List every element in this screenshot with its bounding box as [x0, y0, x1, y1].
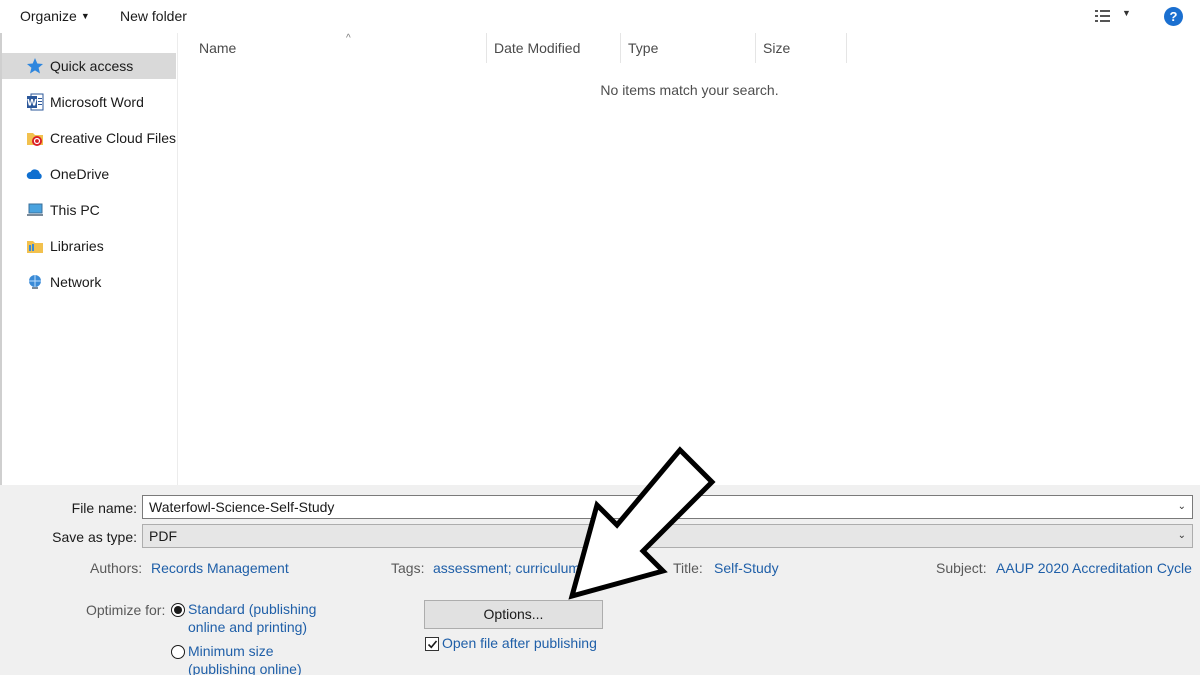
options-button[interactable]: Options... [424, 600, 603, 629]
minimum-size-radio-label[interactable]: Minimum size (publishing online) [188, 642, 328, 675]
minimum-label-line1: Minimum size [188, 643, 274, 659]
word-icon: W [27, 93, 44, 111]
nav-item-label: Quick access [50, 58, 134, 74]
standard-label-line2: online and printing) [188, 619, 308, 635]
chevron-down-icon[interactable]: ⌄ [1178, 496, 1186, 518]
nav-item-network[interactable]: Network [2, 269, 176, 295]
column-header-type[interactable]: Type [620, 33, 756, 63]
nav-item-this-pc[interactable]: This PC [2, 197, 176, 223]
checkmark-icon [427, 640, 438, 649]
nav-item-label: Creative Cloud Files [50, 130, 177, 146]
authors-value[interactable]: Records Management [151, 560, 289, 576]
nav-item-label: Network [50, 274, 102, 290]
chevron-down-icon: ▼ [80, 11, 90, 21]
nav-item-label: Libraries [50, 238, 104, 254]
column-header-label: Name [199, 40, 237, 56]
onedrive-cloud-icon [26, 169, 42, 179]
minimum-size-radio[interactable] [171, 645, 185, 659]
view-list-icon[interactable] [1094, 9, 1112, 23]
open-after-publishing-checkbox[interactable] [425, 637, 439, 651]
file-name-value: Waterfowl-Science-Self-Study [149, 499, 335, 515]
file-name-label: File name: [71, 500, 137, 516]
optimize-for-label: Optimize for: [86, 602, 166, 618]
open-after-publishing-label[interactable]: Open file after publishing [442, 635, 597, 651]
standard-radio-label[interactable]: Standard (publishing online and printing… [188, 600, 328, 636]
authors-label: Authors: [90, 560, 143, 576]
creative-cloud-folder-icon [27, 133, 43, 146]
network-icon [29, 275, 41, 289]
help-button[interactable]: ? [1164, 7, 1183, 26]
computer-icon [27, 203, 43, 216]
nav-item-onedrive[interactable]: OneDrive [2, 161, 176, 187]
nav-item-quick-access[interactable]: Quick access [2, 53, 176, 79]
title-label: Title: [673, 560, 703, 576]
file-list: Name ^ Date Modified Type Size No items … [179, 33, 1200, 485]
new-folder-button[interactable]: New folder [120, 8, 187, 24]
save-as-type-value: PDF [149, 528, 177, 544]
nav-item-label: Microsoft Word [50, 94, 144, 110]
organize-label: Organize [20, 8, 77, 24]
file-name-input[interactable]: Waterfowl-Science-Self-Study ⌄ [142, 495, 1193, 519]
column-header-date-modified[interactable]: Date Modified [486, 33, 621, 63]
save-options-panel: File name: Waterfowl-Science-Self-Study … [0, 485, 1200, 675]
svg-text:W: W [27, 99, 37, 109]
libraries-folder-icon [27, 241, 43, 253]
nav-item-creative-cloud-files[interactable]: Creative Cloud Files [2, 125, 176, 151]
save-as-type-select[interactable]: PDF ⌄ [142, 524, 1193, 548]
nav-item-label: This PC [50, 202, 100, 218]
sort-ascending-icon: ^ [346, 33, 351, 44]
nav-item-label: OneDrive [50, 166, 110, 182]
subject-value[interactable]: AAUP 2020 Accreditation Cycle [996, 560, 1192, 576]
nav-item-microsoft-word[interactable]: W Microsoft Word [2, 89, 176, 115]
standard-label-line1: Standard (publishing [188, 601, 317, 617]
tags-label: Tags: [391, 560, 425, 576]
column-header-size[interactable]: Size [755, 33, 847, 63]
navigation-pane: Quick access W Microsoft Word Creative C… [2, 33, 178, 485]
minimum-label-line2: (publishing online) [188, 661, 302, 675]
toolbar: Organize ▼ New folder ▼ ? [0, 0, 1200, 33]
title-value[interactable]: Self-Study [714, 560, 779, 576]
chevron-down-icon[interactable]: ⌄ [1178, 525, 1186, 547]
standard-radio[interactable] [171, 603, 185, 617]
save-as-type-label: Save as type: [52, 529, 137, 545]
empty-search-message: No items match your search. [600, 82, 779, 98]
column-header-name[interactable]: Name ^ [191, 33, 487, 63]
tags-value[interactable]: assessment; curriculum [433, 560, 580, 576]
subject-label: Subject: [936, 560, 987, 576]
star-icon [27, 58, 43, 74]
nav-item-libraries[interactable]: Libraries [2, 233, 176, 259]
view-options-chevron-icon[interactable]: ▼ [1122, 8, 1131, 18]
organize-button[interactable]: Organize ▼ [20, 8, 90, 24]
